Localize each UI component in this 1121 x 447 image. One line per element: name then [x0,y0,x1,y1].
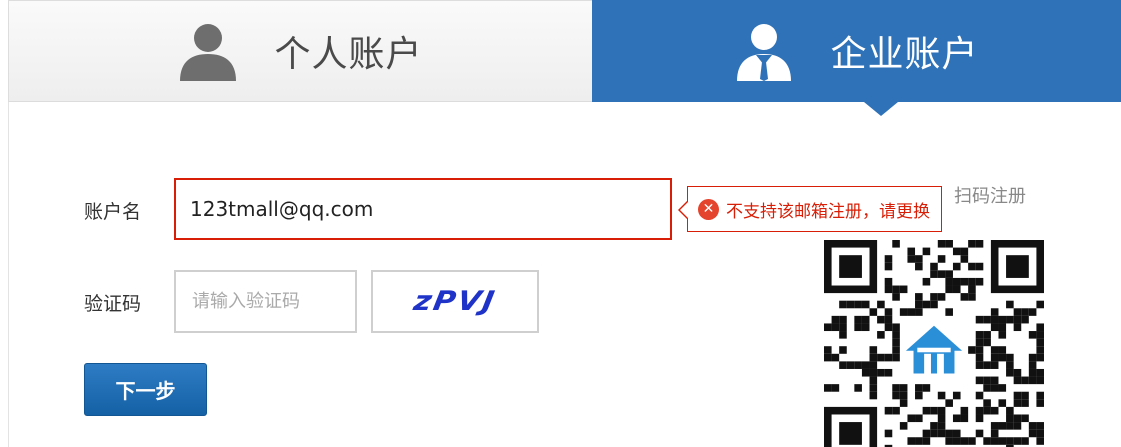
tab-business-label: 企业账户 [830,34,979,75]
person-icon [180,24,237,81]
tab-personal-label: 个人账户 [274,34,423,75]
captcha-label: 验证码 [84,293,142,315]
business-person-icon [737,24,792,81]
tab-business-account[interactable]: 企业账户 [592,0,1121,102]
error-tooltip: ✕ 不支持该邮箱注册，请更换 [678,186,942,232]
active-tab-indicator [864,102,898,116]
next-step-button[interactable]: 下一步 [84,363,207,416]
error-message: 不支持该邮箱注册，请更换 [726,201,930,222]
account-name-input[interactable] [174,178,672,240]
captcha-input[interactable] [174,270,357,333]
error-icon: ✕ [698,198,719,220]
captcha-image[interactable]: zPVJ [371,270,539,333]
account-name-label: 账户名 [84,201,142,223]
captcha-code: zPVJ [411,285,499,318]
account-type-tabs: 个人账户 企业账户 [8,0,1121,102]
tab-personal-account[interactable]: 个人账户 [8,0,592,102]
qr-code-image [824,240,1044,447]
